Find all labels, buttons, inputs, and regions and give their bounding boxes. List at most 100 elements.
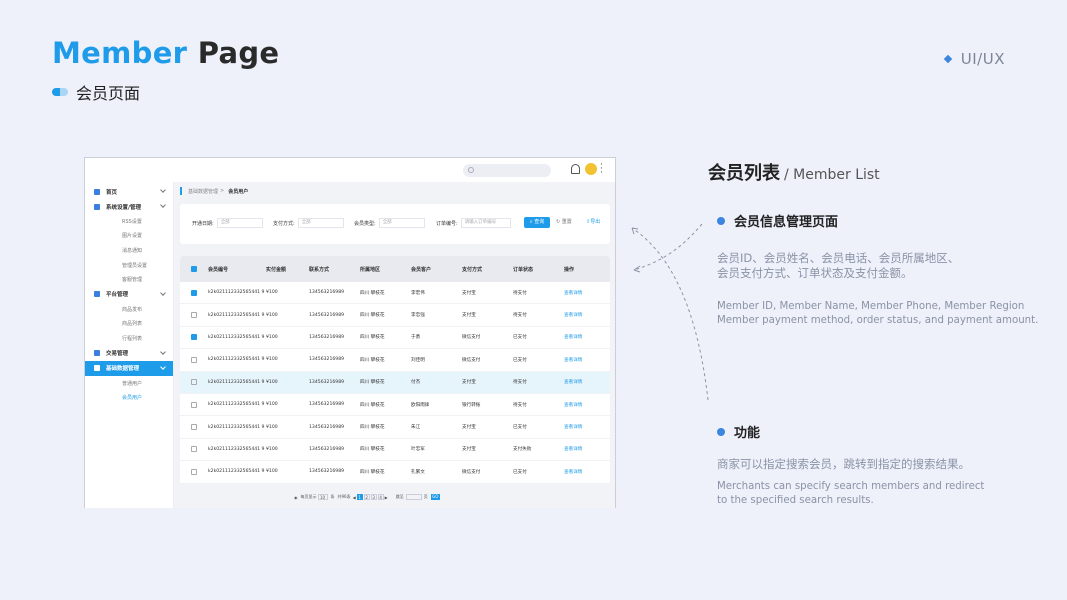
row-checkbox[interactable] [191,334,197,341]
sidebar-item-trade[interactable]: 交易管理 [85,346,173,361]
table-row[interactable]: k2k021112332565441 9 ¥100 134563216989 四川 攀… [180,349,610,372]
table-cell: 134563216989 [309,357,345,363]
sidebar-item-system[interactable]: 系统设置/管理 [85,199,173,214]
page-title: Member Page [52,36,279,70]
top-bar: · · · [85,158,615,182]
filter-select[interactable]: 全部 [378,218,425,228]
go-button[interactable]: GO [430,494,440,500]
table-row[interactable]: k2k021112332565441 9 ¥100 134563216989 四川 攀… [180,416,610,439]
prev-page-icon[interactable]: ◀ [353,495,356,500]
breadcrumb-parent[interactable]: 基础数据管理 [188,188,218,195]
table-cell: 134563216989 [309,424,345,430]
table-cell: 四川 攀枝花 [360,357,385,363]
breadcrumb-marker [180,187,182,195]
table-cell: 四川 攀枝花 [360,425,385,431]
row-checkbox[interactable] [191,312,197,319]
table-cell: 134563216989 [309,379,345,385]
bell-icon[interactable] [571,164,580,174]
view-detail-link[interactable]: 查看详情 [564,424,610,430]
filter-select[interactable]: 全部 [216,218,263,228]
table-cell: ¥100 [266,379,278,385]
filter-pay-method: 支付方式: 全部 [273,218,344,228]
row-checkbox[interactable] [191,289,197,296]
sidebar-subitem[interactable]: 管理员设置 [85,258,173,273]
row-checkbox[interactable] [191,401,197,408]
table-cell: 134563216989 [309,290,345,296]
sidebar-subitem[interactable]: 图片设置 [85,229,173,244]
sidebar-subitem[interactable]: RSS设置 [85,214,173,229]
page-title-main: Page [197,36,280,70]
section-title-zh: 会员列表 [708,163,780,184]
view-detail-link[interactable]: 查看详情 [564,357,610,363]
table-row[interactable]: k2k021112332565441 9 ¥100 134563216989 四川 攀… [180,371,610,394]
per-page-label: 每页显示 [300,494,317,499]
export-button[interactable]: ⇪导出 [586,217,600,228]
table-row[interactable]: k2k021112332565441 9 ¥100 134563216989 四川 攀… [180,327,610,350]
table-cell: 微信支付 [462,335,481,341]
table-cell: ¥100 [266,334,278,340]
page-button[interactable]: 1 [356,494,363,500]
row-checkbox[interactable] [191,356,197,363]
page-button[interactable]: 4 [377,494,384,500]
sidebar-subitem[interactable]: 商品发布 [85,302,173,317]
more-icon[interactable]: · · · [600,161,603,178]
view-detail-link[interactable]: 查看详情 [564,446,610,452]
sidebar-item-label: 平台管理 [106,292,129,299]
sidebar-subitem[interactable]: 行程列表 [85,331,173,346]
avatar[interactable] [585,163,597,175]
table-cell: 欧阳雨锋 [411,402,430,408]
table-row[interactable]: k2k021112332565441 9 ¥100 134563216989 四川 攀… [180,394,610,417]
order-no-input[interactable]: 请输入订单编号 [460,218,511,228]
filter-open-date: 开通日期: 全部 [192,218,263,228]
row-checkbox[interactable] [191,446,197,453]
table-cell: 支付宝 [462,380,476,386]
sidebar-item-platform[interactable]: 平台管理 [85,287,173,302]
table-cell: ¥100 [266,424,278,430]
query-button[interactable]: ⌕ 查询 [524,217,550,228]
page-button[interactable]: 3 [370,494,377,500]
jump-input[interactable] [405,494,422,500]
sidebar-subitem[interactable]: 商品列表 [85,317,173,332]
member-table: 会员编号 实付金额 联系方式 所属地区 会员客户 支付方式 订单状态 操作 k2… [180,256,610,484]
bullet-dot-icon [717,427,725,436]
sidebar-subitem[interactable]: 客服管理 [85,272,173,287]
reset-button[interactable]: ↻ 重置 [556,217,572,228]
view-detail-link[interactable]: 查看详情 [564,469,610,475]
table-cell: ¥100 [266,402,278,408]
uiux-tag-label: UI/UX [960,50,1005,68]
table-row[interactable]: k2k021112332565441 9 ¥100 134563216989 四川 攀… [180,304,610,327]
view-detail-link[interactable]: 查看详情 [564,334,610,340]
table-cell: ¥100 [266,290,278,296]
select-all-checkbox[interactable] [191,266,197,272]
filter-select[interactable]: 全部 [297,218,344,228]
col-header: 支付方式 [462,266,483,273]
next-page-icon[interactable]: ▶ [385,495,388,500]
sidebar-subitem[interactable]: 普通用户 [85,376,173,391]
row-checkbox[interactable] [191,424,197,431]
view-detail-link[interactable]: 查看详情 [564,290,610,296]
view-detail-link[interactable]: 查看详情 [564,312,610,318]
view-detail-link[interactable]: 查看详情 [564,402,610,408]
search-input[interactable] [463,164,551,177]
table-cell: k2k021112332565441 9 [208,446,265,452]
sidebar-item-home[interactable]: 首页 [85,184,173,199]
breadcrumb-current: 会员用户 [228,188,249,195]
table-row[interactable]: k2k021112332565441 9 ¥100 134563216989 四川 攀… [180,282,610,305]
row-checkbox[interactable] [191,379,197,386]
bullet-title: 功能 [734,426,761,441]
row-checkbox[interactable] [191,468,197,475]
table-cell: 微信支付 [462,357,481,363]
filter-label: 订单编号: [436,220,458,227]
filter-label: 开通日期: [192,220,214,227]
jump-unit: 页 [423,494,428,499]
table-row[interactable]: k2k021112332565441 9 ¥100 134563216989 四川 攀… [180,439,610,462]
sidebar-subitem-active[interactable]: 会员用户 [85,390,173,405]
page-button[interactable]: 2 [363,494,370,500]
sidebar-item-basic-data[interactable]: 基础数据管理 [85,360,173,376]
desc-zh-2: 会员支付方式、订单状态及支付金额。 [717,266,913,280]
table-cell: 134563216989 [309,312,345,318]
per-page-select[interactable]: 10 [317,494,328,500]
view-detail-link[interactable]: 查看详情 [564,379,610,385]
sidebar-subitem[interactable]: 消息通知 [85,243,173,258]
table-row[interactable]: k2k021112332565441 9 ¥100 134563216989 四川 攀… [180,461,610,484]
